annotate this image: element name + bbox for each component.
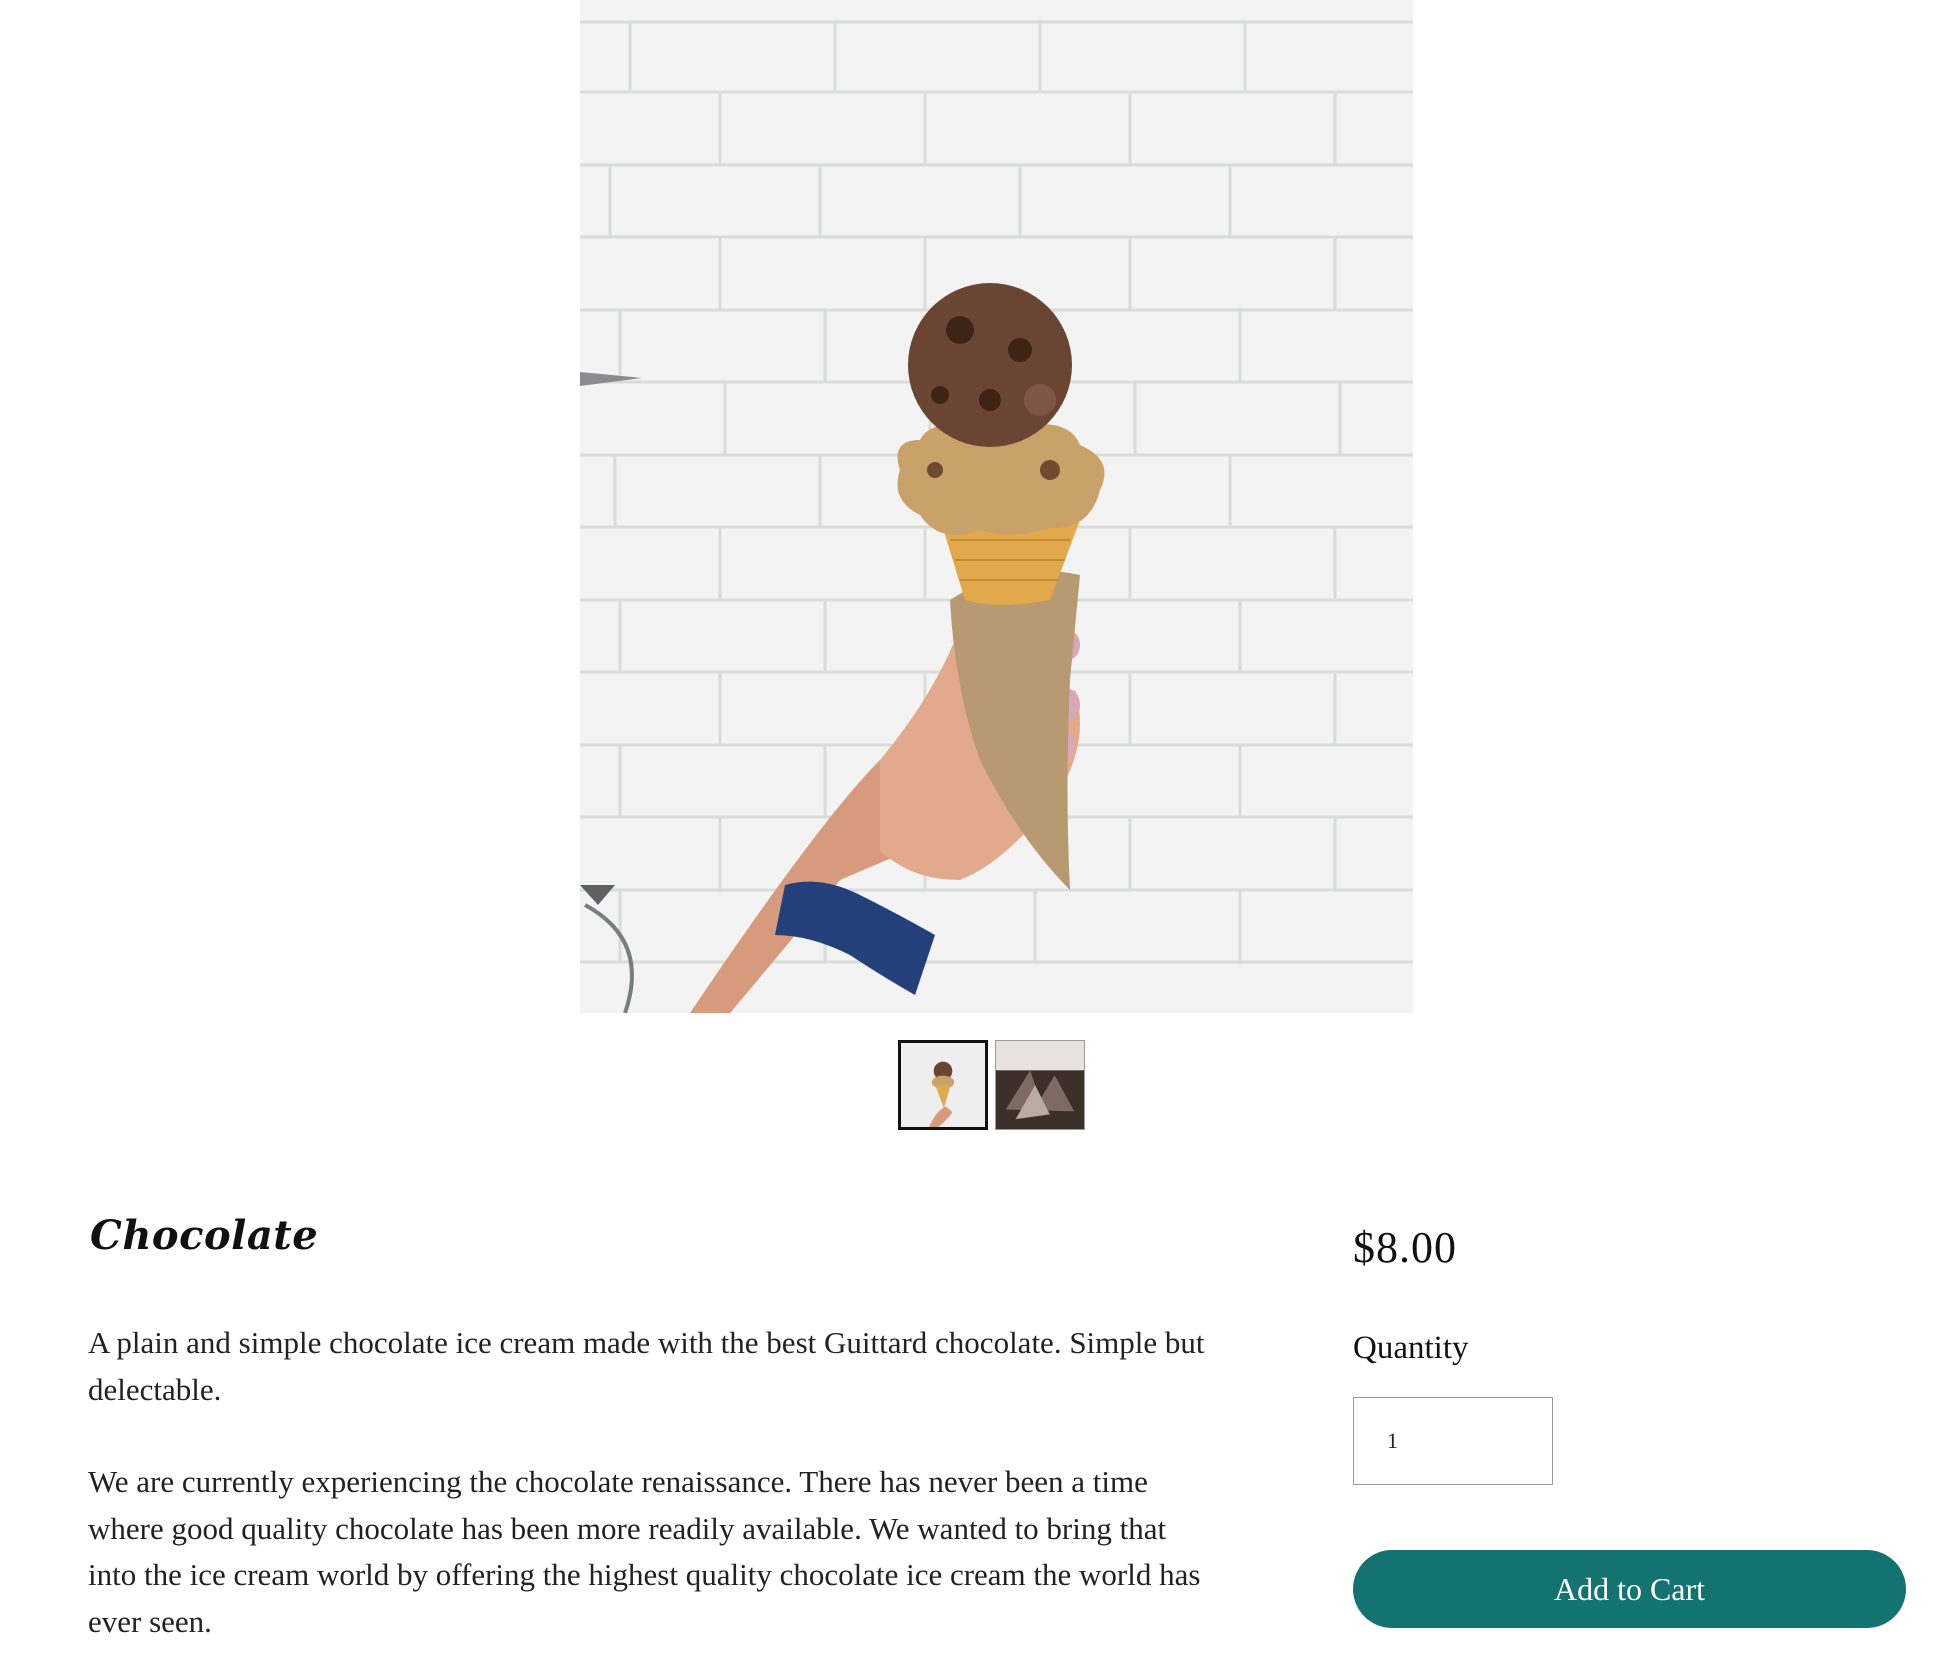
thumbnail-strip — [898, 1040, 1085, 1130]
product-description: A plain and simple chocolate ice cream m… — [88, 1320, 1208, 1645]
product-title: Chocolate — [90, 1212, 319, 1259]
thumbnail-2[interactable] — [995, 1040, 1085, 1130]
description-paragraph-2: We are currently experiencing the chocol… — [88, 1464, 1201, 1639]
ice-cream-cone-photo — [580, 0, 1413, 1013]
ice-cream-cone-thumbnail — [901, 1043, 985, 1127]
product-main-image — [580, 0, 1413, 1013]
quantity-input[interactable] — [1353, 1397, 1553, 1485]
quantity-label: Quantity — [1353, 1330, 1469, 1366]
description-paragraph-1: A plain and simple chocolate ice cream m… — [88, 1325, 1205, 1407]
chocolate-tub-thumbnail — [996, 1041, 1084, 1129]
thumbnail-1[interactable] — [898, 1040, 988, 1130]
add-to-cart-button[interactable]: Add to Cart — [1353, 1550, 1906, 1628]
product-price: $8.00 — [1353, 1223, 1457, 1272]
